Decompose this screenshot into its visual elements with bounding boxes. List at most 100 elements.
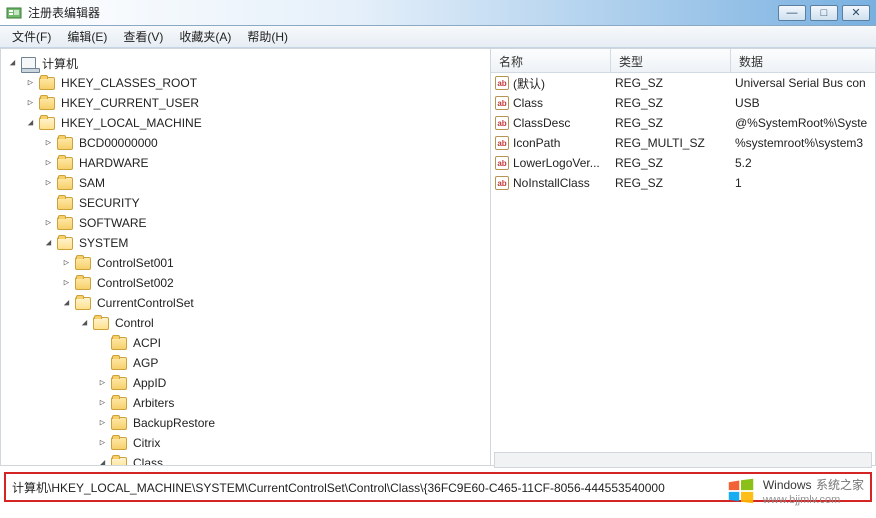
value-row[interactable]: abClassDescREG_SZ@%SystemRoot%\Syste: [491, 113, 875, 133]
title-bar: 注册表编辑器 — □ ✕: [0, 0, 876, 26]
folder-icon: [57, 157, 73, 170]
tree-hardware[interactable]: ▷ HARDWARE: [3, 153, 490, 173]
tree-agp[interactable]: ▷ AGP: [3, 353, 490, 373]
value-data: Universal Serial Bus con: [731, 75, 875, 91]
window-title: 注册表编辑器: [28, 4, 778, 21]
folder-icon: [111, 437, 127, 450]
tree-bcd[interactable]: ▷ BCD00000000: [3, 133, 490, 153]
collapse-icon[interactable]: ◢: [61, 298, 72, 309]
folder-icon: [39, 77, 55, 90]
string-value-icon: ab: [495, 96, 509, 110]
collapse-icon[interactable]: ◢: [25, 118, 36, 129]
menu-help[interactable]: 帮助(H): [239, 26, 296, 47]
menu-file[interactable]: 文件(F): [4, 26, 59, 47]
tree-citrix[interactable]: ▷ Citrix: [3, 433, 490, 453]
tree-label: SYSTEM: [77, 236, 130, 250]
tree-label: Class: [131, 456, 165, 465]
folder-icon: [111, 377, 127, 390]
collapse-icon[interactable]: ◢: [7, 58, 18, 69]
value-row[interactable]: abClassREG_SZUSB: [491, 93, 875, 113]
watermark-url: www.bjjmlv.com: [763, 494, 864, 506]
tree-cs2[interactable]: ▷ ControlSet002: [3, 273, 490, 293]
value-list: 名称 类型 数据 ab(默认)REG_SZUniversal Serial Bu…: [491, 49, 875, 465]
expand-icon[interactable]: ▷: [97, 418, 108, 429]
tree-appid[interactable]: ▷ AppID: [3, 373, 490, 393]
tree-system[interactable]: ◢ SYSTEM: [3, 233, 490, 253]
watermark: Windows 系统之家 www.bjjmlv.com: [727, 476, 864, 506]
tree-hklm[interactable]: ◢ HKEY_LOCAL_MACHINE: [3, 113, 490, 133]
value-name: IconPath: [513, 136, 560, 150]
collapse-icon[interactable]: ◢: [43, 238, 54, 249]
col-name[interactable]: 名称: [491, 49, 611, 72]
string-value-icon: ab: [495, 136, 509, 150]
tree-hkcu[interactable]: ▷ HKEY_CURRENT_USER: [3, 93, 490, 113]
value-row[interactable]: ab IconPath REG_MULTI_SZ%systemroot%\syste…: [491, 133, 875, 153]
tree-ccs[interactable]: ◢ CurrentControlSet: [3, 293, 490, 313]
folder-icon: [111, 417, 127, 430]
tree-label: BCD00000000: [77, 136, 160, 150]
tree-control[interactable]: ◢ Control: [3, 313, 490, 333]
value-type: REG_SZ: [611, 175, 731, 191]
value-data: %systemroot%\system3: [731, 135, 875, 151]
tree-label: BackupRestore: [131, 416, 217, 430]
value-type: REG_SZ: [611, 155, 731, 171]
folder-open-icon: [111, 457, 127, 466]
expand-icon[interactable]: ▷: [25, 98, 36, 109]
folder-icon: [75, 257, 91, 270]
col-type[interactable]: 类型: [611, 49, 731, 72]
string-value-icon: ab: [495, 116, 509, 130]
folder-icon: [57, 137, 73, 150]
expand-icon[interactable]: ▷: [97, 378, 108, 389]
tree-label: HKEY_CLASSES_ROOT: [59, 76, 199, 90]
windows-logo-icon: [727, 477, 755, 505]
expand-icon[interactable]: ▷: [43, 218, 54, 229]
tree-arbiters[interactable]: ▷ Arbiters: [3, 393, 490, 413]
folder-icon: [111, 357, 127, 370]
expand-icon[interactable]: ▷: [61, 258, 72, 269]
folder-icon: [57, 197, 73, 210]
menu-bar: 文件(F) 编辑(E) 查看(V) 收藏夹(A) 帮助(H): [0, 26, 876, 48]
value-row[interactable]: abLowerLogoVer...REG_SZ5.2: [491, 153, 875, 173]
menu-edit[interactable]: 编辑(E): [59, 26, 115, 47]
tree-label: Control: [113, 316, 156, 330]
value-name: Class: [513, 96, 543, 110]
value-row[interactable]: abNoInstallClassREG_SZ1: [491, 173, 875, 193]
col-data[interactable]: 数据: [731, 49, 875, 72]
collapse-icon[interactable]: ◢: [79, 318, 90, 329]
tree-class[interactable]: ◢ Class: [3, 453, 490, 465]
close-button[interactable]: ✕: [842, 5, 870, 21]
horizontal-scrollbar[interactable]: [494, 452, 872, 468]
expand-icon[interactable]: ▷: [43, 178, 54, 189]
expand-icon[interactable]: ▷: [61, 278, 72, 289]
tree-cs1[interactable]: ▷ ControlSet001: [3, 253, 490, 273]
minimize-button[interactable]: —: [778, 5, 806, 21]
tree-security[interactable]: ▷ SECURITY: [3, 193, 490, 213]
folder-icon: [39, 97, 55, 110]
tree-acpi[interactable]: ▷ ACPI: [3, 333, 490, 353]
value-type: REG_SZ: [611, 115, 731, 131]
value-type: REG_MULTI_SZ: [611, 135, 731, 151]
registry-tree[interactable]: ◢ 计算机 ▷ HKEY_CLASSES_ROOT ▷ HKEY_CURRENT…: [1, 49, 491, 465]
expand-icon[interactable]: ▷: [97, 438, 108, 449]
tree-root[interactable]: ◢ 计算机: [3, 53, 490, 73]
tree-label: SECURITY: [77, 196, 142, 210]
expand-icon[interactable]: ▷: [25, 78, 36, 89]
string-value-icon: ab: [495, 176, 509, 190]
tree-backup[interactable]: ▷ BackupRestore: [3, 413, 490, 433]
expand-icon[interactable]: ▷: [43, 138, 54, 149]
tree-sam[interactable]: ▷ SAM: [3, 173, 490, 193]
status-path: 计算机\HKEY_LOCAL_MACHINE\SYSTEM\CurrentCon…: [12, 479, 665, 496]
folder-open-icon: [75, 297, 91, 310]
tree-label: AGP: [131, 356, 160, 370]
value-row[interactable]: ab(默认)REG_SZUniversal Serial Bus con: [491, 73, 875, 93]
expand-icon[interactable]: ▷: [43, 158, 54, 169]
tree-label: ControlSet002: [95, 276, 176, 290]
tree-hkcr[interactable]: ▷ HKEY_CLASSES_ROOT: [3, 73, 490, 93]
menu-favorites[interactable]: 收藏夹(A): [171, 26, 239, 47]
menu-view[interactable]: 查看(V): [115, 26, 171, 47]
collapse-icon[interactable]: ◢: [97, 458, 108, 466]
expand-icon[interactable]: ▷: [97, 398, 108, 409]
value-rows: ab(默认)REG_SZUniversal Serial Bus conabCl…: [491, 73, 875, 465]
maximize-button[interactable]: □: [810, 5, 838, 21]
tree-software[interactable]: ▷ SOFTWARE: [3, 213, 490, 233]
